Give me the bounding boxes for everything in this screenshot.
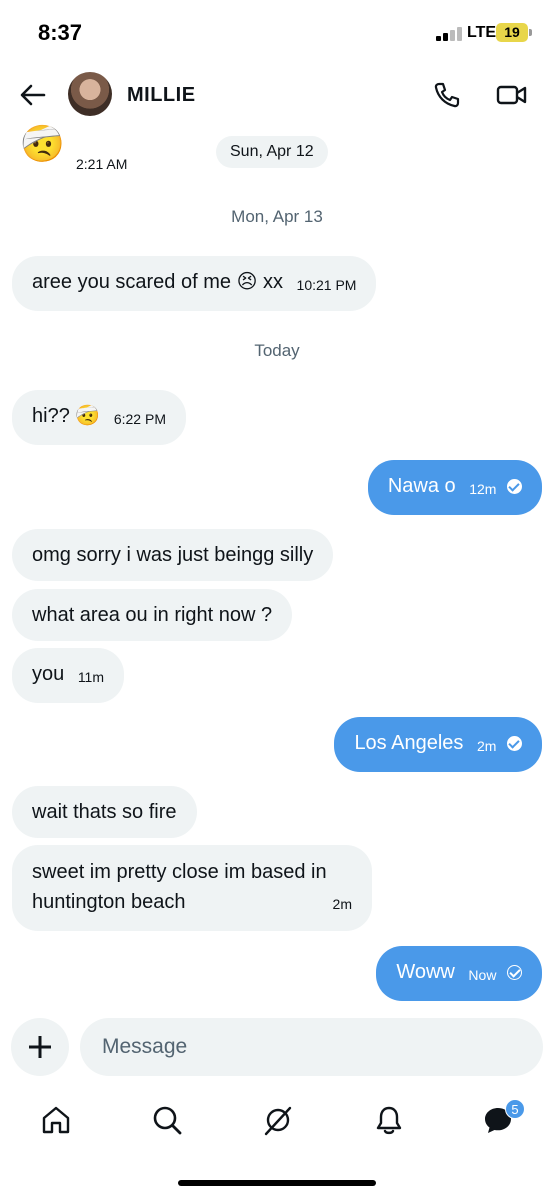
back-button[interactable]: [18, 80, 48, 110]
battery-tip: [529, 29, 532, 36]
message-text: sweet im pretty close im based in huntin…: [32, 861, 327, 913]
message-time: 2:21 AM: [76, 156, 128, 172]
date-separator-pill: Sun, Apr 12: [216, 136, 328, 168]
message-text: omg sorry i was just beingg silly: [32, 544, 314, 566]
message-time: 2m: [332, 896, 352, 912]
message-text: Woww: [396, 961, 455, 983]
messages-unread-badge: 5: [505, 1099, 525, 1119]
outgoing-message[interactable]: Nawa o 12m: [367, 460, 542, 515]
home-icon: [42, 1106, 70, 1134]
battery-icon: 19: [496, 23, 528, 42]
phone-icon: [434, 82, 460, 108]
message-time: 10:21 PM: [296, 277, 357, 293]
message-input[interactable]: [80, 1018, 543, 1076]
status-time: 8:37: [38, 20, 83, 45]
signal-strength-icon: [436, 25, 462, 41]
seen-check-icon: [507, 479, 522, 494]
outgoing-message[interactable]: Los Angeles 2m: [334, 717, 542, 772]
home-indicator: [178, 1180, 376, 1186]
bottom-tab-bar: [0, 1090, 554, 1150]
sent-check-icon: [507, 965, 522, 980]
message-time: 2m: [476, 738, 497, 754]
message-time: Now: [468, 967, 497, 983]
incoming-message[interactable]: sweet im pretty close im based in huntin…: [12, 845, 372, 931]
outgoing-message[interactable]: Woww Now: [376, 946, 542, 1001]
message-time: 6:22 PM: [113, 411, 166, 427]
grok-icon: [264, 1106, 292, 1136]
incoming-message[interactable]: aree you scared of me 😣 xx 10:21 PM: [12, 256, 377, 311]
message-list[interactable]: 🤕 2:21 AM Sun, Apr 12 Mon, Apr 13 aree y…: [0, 124, 554, 1014]
seen-check-icon: [507, 736, 522, 751]
video-call-button[interactable]: [496, 80, 528, 110]
tab-grok[interactable]: [262, 1104, 294, 1136]
incoming-message[interactable]: hi?? 🤕 6:22 PM: [12, 390, 186, 445]
persevering-face-emoji: 😣: [236, 271, 258, 293]
date-separator: Mon, Apr 13: [231, 207, 323, 226]
message-text-suffix: xx: [262, 271, 283, 293]
sticker-message: 🤕: [20, 124, 65, 164]
tab-search[interactable]: [151, 1104, 183, 1136]
message-text: aree you scared of me: [32, 271, 231, 293]
message-text: hi??: [32, 405, 70, 427]
tab-home[interactable]: [40, 1104, 72, 1136]
network-type: LTE: [467, 24, 497, 41]
message-text: Nawa o: [387, 475, 456, 497]
message-time: 12m: [469, 481, 497, 497]
avatar[interactable]: [68, 72, 112, 116]
message-time: 11m: [77, 669, 105, 685]
bandaged-face-emoji: 🤕: [75, 405, 101, 427]
call-button[interactable]: [432, 80, 462, 110]
contact-name[interactable]: MILLIE: [127, 84, 196, 107]
tab-notifications[interactable]: [373, 1104, 405, 1136]
search-icon: [153, 1106, 182, 1135]
incoming-message[interactable]: omg sorry i was just beingg silly: [12, 529, 334, 581]
message-composer: [0, 1014, 554, 1084]
incoming-message[interactable]: what area ou in right now ?: [12, 589, 293, 641]
conversation-header: MILLIE: [0, 66, 554, 124]
date-separator: Today: [254, 341, 300, 360]
incoming-message[interactable]: wait thats so fire: [12, 786, 197, 838]
arrow-left-icon: [20, 84, 46, 106]
incoming-message[interactable]: you 11m: [12, 648, 125, 703]
message-text: Los Angeles: [354, 732, 464, 754]
video-camera-icon: [496, 85, 527, 105]
message-text: what area ou in right now ?: [32, 604, 273, 626]
message-text: you: [32, 663, 65, 685]
message-text: wait thats so fire: [32, 801, 177, 823]
add-media-button[interactable]: [11, 1018, 69, 1076]
notifications-bell-icon: [376, 1106, 402, 1135]
status-bar: 8:37 LTE 19: [0, 0, 554, 66]
